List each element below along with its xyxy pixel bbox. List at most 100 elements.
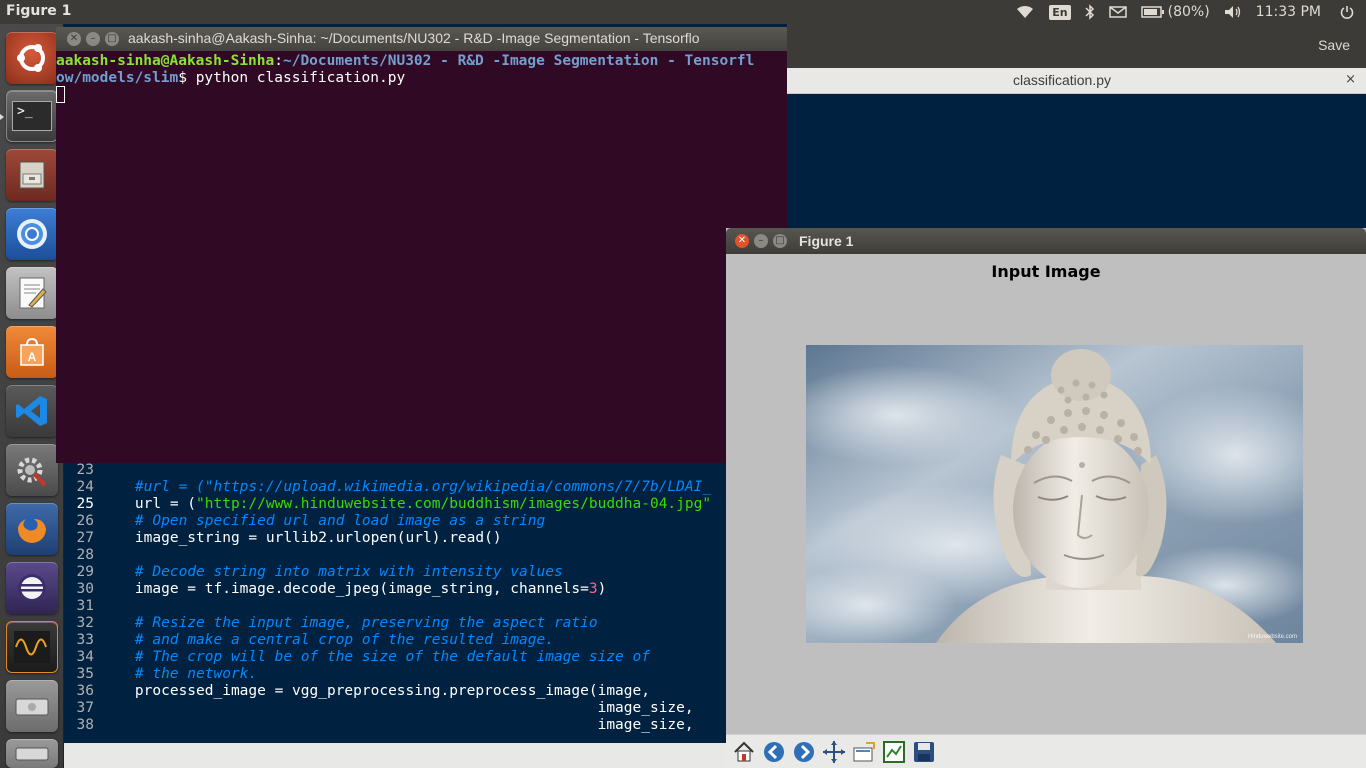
code-text: image_size, xyxy=(100,700,694,717)
code-line[interactable]: 33 # and make a central crop of the resu… xyxy=(64,632,726,649)
code-line[interactable]: 29 # Decode string into matrix with inte… xyxy=(64,564,726,581)
terminal-window[interactable]: ✕ – □ aakash-sinha@Aakash-Sinha: ~/Docum… xyxy=(56,27,787,463)
editor-tab-bar: classification.py × xyxy=(787,68,1366,94)
line-number: 38 xyxy=(76,717,94,733)
close-icon[interactable]: ✕ xyxy=(735,234,749,248)
waveform-icon xyxy=(14,631,50,663)
svg-text:A: A xyxy=(28,350,37,364)
code-line[interactable]: 31 xyxy=(64,598,726,615)
line-number: 30 xyxy=(76,581,94,597)
clock[interactable]: 11:33 PM xyxy=(1249,0,1333,24)
tab-close-icon[interactable]: × xyxy=(1345,72,1356,87)
code-token: image_size, xyxy=(100,717,694,733)
launcher-drive-2[interactable] xyxy=(6,739,58,768)
firefox-icon xyxy=(18,515,46,543)
figure-titlebar[interactable]: ✕ – □ Figure 1 xyxy=(726,228,1366,254)
figure-canvas[interactable]: Input Image Hinduwebsite.com xyxy=(726,254,1366,734)
battery-indicator[interactable]: (80%) xyxy=(1134,0,1217,24)
volume-icon[interactable] xyxy=(1217,0,1249,24)
launcher-firefox[interactable] xyxy=(6,503,58,555)
code-line[interactable]: 30 image = tf.image.decode_jpeg(image_st… xyxy=(64,581,726,598)
launcher-drive[interactable] xyxy=(6,680,58,732)
code-line[interactable]: 32 # Resize the input image, preserving … xyxy=(64,615,726,632)
launcher-software-center[interactable]: A xyxy=(6,326,58,378)
keyboard-layout-indicator[interactable]: En xyxy=(1042,0,1077,24)
code-line[interactable]: 24 #url = ("https://upload.wikimedia.org… xyxy=(64,479,726,496)
code-line[interactable]: 37 image_size, xyxy=(64,700,726,717)
wifi-icon[interactable] xyxy=(1008,0,1042,24)
prompt-symbol: $ xyxy=(178,70,196,86)
line-number: 35 xyxy=(76,666,94,682)
pan-icon[interactable] xyxy=(821,739,847,765)
code-text: # Open specified url and load image as a… xyxy=(100,513,545,530)
line-number: 26 xyxy=(76,513,94,529)
tab-classification-py[interactable]: classification.py xyxy=(787,72,1337,88)
eclipse-icon xyxy=(18,574,46,602)
launcher-chromium[interactable] xyxy=(6,208,58,260)
maximize-icon[interactable]: □ xyxy=(105,32,119,46)
terminal-output[interactable]: aakash-sinha@Aakash-Sinha:~/Documents/NU… xyxy=(56,51,787,463)
launcher-dash-button[interactable] xyxy=(6,32,58,84)
code-token: ) xyxy=(597,581,607,597)
editor-header-bar: Save xyxy=(787,24,1366,68)
code-text: # and make a central crop of the resulte… xyxy=(100,632,554,649)
bluetooth-icon[interactable] xyxy=(1078,0,1102,24)
code-token: "http://www.hinduwebsite.com/buddhism/im… xyxy=(196,496,712,512)
code-token: # Resize the input image, preserving the… xyxy=(100,615,598,631)
code-token: processed_image = vgg_preprocessing.prep… xyxy=(100,683,650,699)
prompt-path: ~/Documents/NU302 - R&D -Image Segmentat… xyxy=(282,53,755,69)
gear-wrench-icon xyxy=(17,457,47,487)
code-line[interactable]: 28 xyxy=(64,547,726,564)
save-button[interactable]: Save xyxy=(1318,37,1350,53)
code-editor[interactable]: 22with tf.Graph().as_default():2324 #url… xyxy=(64,454,726,744)
forward-arrow-icon[interactable] xyxy=(791,739,817,765)
save-figure-icon[interactable] xyxy=(911,739,937,765)
line-number: 29 xyxy=(76,564,94,580)
code-line[interactable]: 34 # The crop will be of the size of the… xyxy=(64,649,726,666)
launcher-vscode[interactable] xyxy=(6,385,58,437)
code-line[interactable]: 26 # Open specified url and load image a… xyxy=(64,513,726,530)
minimize-icon[interactable]: – xyxy=(86,32,100,46)
prompt-separator: : xyxy=(274,53,283,69)
launcher-system-settings[interactable] xyxy=(6,444,58,496)
terminal-command: python classification.py xyxy=(195,70,406,86)
power-icon[interactable] xyxy=(1333,0,1366,24)
code-text: #url = ("https://upload.wikimedia.org/wi… xyxy=(100,479,711,496)
battery-percent: (80%) xyxy=(1167,4,1210,20)
code-text: image_string = urllib2.urlopen(url).read… xyxy=(100,530,502,547)
code-text: image = tf.image.decode_jpeg(image_strin… xyxy=(100,581,606,598)
launcher: >_ A xyxy=(0,24,64,768)
line-number: 33 xyxy=(76,632,94,648)
home-icon[interactable] xyxy=(731,739,757,765)
line-number: 34 xyxy=(76,649,94,665)
code-line[interactable]: 35 # the network. xyxy=(64,666,726,683)
launcher-terminal[interactable]: >_ xyxy=(6,90,58,142)
launcher-eclipse[interactable] xyxy=(6,562,58,614)
close-icon[interactable]: ✕ xyxy=(67,32,81,46)
launcher-files[interactable] xyxy=(6,149,58,201)
code-text: # Decode string into matrix with intensi… xyxy=(100,564,563,581)
mail-icon[interactable] xyxy=(1102,0,1134,24)
running-indicator xyxy=(0,114,4,120)
top-panel: Figure 1 En (80%) 11:33 PM xyxy=(0,0,1366,24)
line-number: 36 xyxy=(76,683,94,699)
maximize-icon[interactable]: □ xyxy=(773,234,787,248)
code-line[interactable]: 38 image_size, xyxy=(64,717,726,734)
back-arrow-icon[interactable] xyxy=(761,739,787,765)
terminal-titlebar[interactable]: ✕ – □ aakash-sinha@Aakash-Sinha: ~/Docum… xyxy=(56,27,787,51)
editor-status-bar xyxy=(64,743,726,768)
code-line[interactable]: 36 processed_image = vgg_preprocessing.p… xyxy=(64,683,726,700)
figure-window[interactable]: ✕ – □ Figure 1 Input Image Hinduwebsite.… xyxy=(726,228,1366,768)
terminal-title: aakash-sinha@Aakash-Sinha: ~/Documents/N… xyxy=(128,30,700,46)
minimize-icon[interactable]: – xyxy=(754,234,768,248)
configure-subplots-icon[interactable] xyxy=(881,739,907,765)
keyboard-layout-label: En xyxy=(1049,4,1071,20)
code-line[interactable]: 27 image_string = urllib2.urlopen(url).r… xyxy=(64,530,726,547)
launcher-text-editor[interactable] xyxy=(6,267,58,319)
code-line[interactable]: 25 url = ("http://www.hinduwebsite.com/b… xyxy=(64,496,726,513)
launcher-system-monitor[interactable] xyxy=(6,621,58,673)
zoom-rect-icon[interactable] xyxy=(851,739,877,765)
code-token: #url = ("https://upload.wikimedia.org/wi… xyxy=(100,479,712,495)
code-token: image = tf.image.decode_jpeg(image_strin… xyxy=(100,581,589,597)
code-line[interactable]: 23 xyxy=(64,462,726,479)
